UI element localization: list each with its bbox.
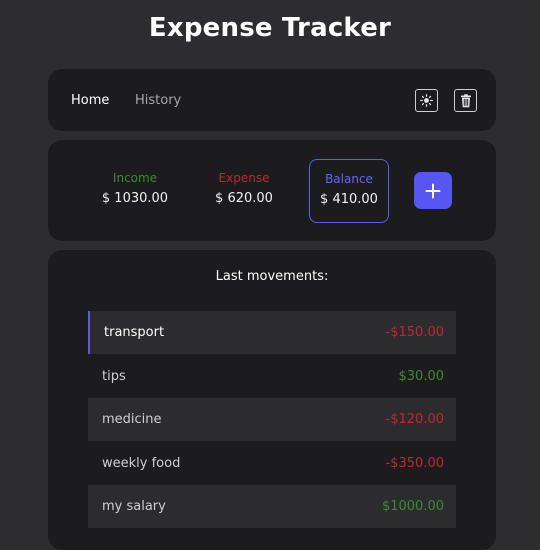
summary-panel: Income $ 1030.00 Expense $ 620.00 Balanc…	[48, 140, 496, 241]
add-movement-button[interactable]	[414, 172, 452, 209]
balance-value: $ 410.00	[320, 192, 378, 207]
balance-stat[interactable]: Balance $ 410.00	[309, 159, 389, 223]
movement-name: transport	[104, 325, 165, 340]
list-item[interactable]: weekly food -$350.00	[88, 442, 456, 485]
list-item[interactable]: transport -$150.00	[88, 311, 456, 354]
expense-stat: Expense $ 620.00	[212, 171, 276, 206]
nav-home-link[interactable]: Home	[71, 93, 109, 108]
nav-history-link[interactable]: History	[135, 93, 181, 108]
movement-amount: $30.00	[398, 369, 445, 384]
sun-icon	[420, 94, 433, 107]
list-item[interactable]: tips $30.00	[88, 355, 456, 398]
balance-label: Balance	[325, 172, 373, 186]
movement-name: weekly food	[102, 456, 181, 471]
list-item[interactable]: medicine -$120.00	[88, 398, 456, 441]
expense-label: Expense	[218, 171, 270, 185]
movement-amount: $1000.00	[381, 499, 444, 514]
expense-value: $ 620.00	[215, 191, 273, 206]
clear-history-button[interactable]	[454, 89, 477, 112]
plus-icon	[425, 183, 441, 198]
movement-amount: -$150.00	[385, 325, 444, 340]
app-title: Expense Tracker	[148, 13, 392, 43]
movements-title: Last movements:	[215, 269, 329, 284]
trash-icon	[460, 93, 471, 107]
movement-name: medicine	[102, 412, 162, 427]
movement-name: tips	[102, 369, 126, 384]
movements-panel: Last movements: transport -$150.00 tips …	[48, 250, 496, 550]
movement-name: my salary	[102, 499, 166, 514]
income-stat: Income $ 1030.00	[100, 171, 170, 206]
income-label: Income	[112, 171, 158, 185]
movement-amount: -$350.00	[385, 456, 444, 471]
movement-amount: -$120.00	[385, 412, 444, 427]
theme-toggle-button[interactable]	[415, 89, 438, 112]
list-item[interactable]: my salary $1000.00	[88, 485, 456, 528]
income-value: $ 1030.00	[101, 191, 169, 206]
nav-bar: Home History	[48, 69, 496, 131]
